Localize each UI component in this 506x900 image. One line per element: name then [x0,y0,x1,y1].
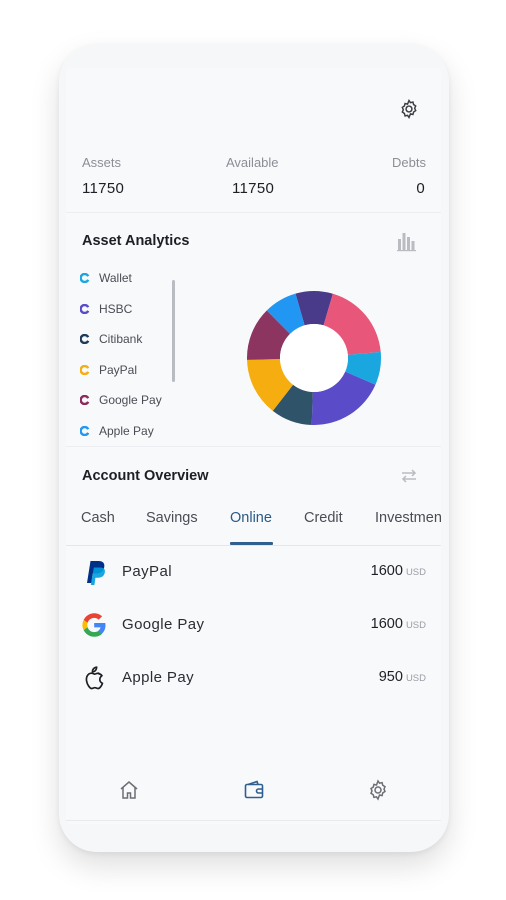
account-row-apple-pay[interactable]: Apple Pay 950 USD [66,658,441,698]
account-amount: 1600 USD [370,616,426,632]
tab-savings[interactable]: Savings [146,510,198,526]
tabs-divider [66,545,441,546]
paypal-logo-icon [87,561,105,585]
legend-ring-icon [80,426,90,436]
legend-item[interactable]: Wallet [80,270,132,286]
bottom-divider [66,820,441,821]
account-row-google-pay[interactable]: Google Pay 1600 USD [66,605,441,645]
divider [66,446,441,447]
account-overview-title: Account Overview [82,468,209,484]
account-tabs: Cash Savings Online Credit Investment [66,510,441,540]
assets-label: Assets [82,155,122,170]
home-icon[interactable] [117,778,141,802]
tab-credit[interactable]: Credit [304,510,343,526]
tab-online[interactable]: Online [230,510,272,526]
gear-icon[interactable] [398,98,420,120]
legend-ring-icon [80,364,90,375]
account-name: Apple Pay [122,669,194,686]
legend-label: Wallet [99,271,132,285]
legend-ring-icon [80,334,90,345]
app-screen: Assets 11750 Available 11750 Debts 0 Ass… [66,68,441,824]
legend-ring-icon [80,273,90,283]
settings-icon[interactable] [366,778,390,802]
assets-value: 11750 [82,180,125,197]
swap-arrows-icon[interactable] [399,468,419,484]
legend-item[interactable]: Citibank [80,331,142,347]
legend-label: PayPal [99,362,138,377]
google-logo-icon [82,613,106,637]
legend-label: Citibank [99,332,143,347]
account-name: Google Pay [122,616,205,633]
wallet-icon[interactable] [242,778,266,802]
legend-item[interactable]: PayPal [80,362,137,378]
account-row-paypal[interactable]: PayPal 1600 USD [66,552,441,592]
account-amount: 950 USD [378,669,426,685]
account-name: PayPal [122,563,172,580]
tab-cash[interactable]: Cash [81,510,115,526]
donut-hole [280,324,348,392]
legend-label: HSBC [99,301,133,316]
legend-scrollbar[interactable] [172,280,175,382]
legend-ring-icon [80,303,90,314]
available-label: Available [226,155,279,170]
legend-item[interactable]: Google Pay [80,392,162,408]
tab-investment[interactable]: Investment [375,510,441,526]
legend-item[interactable]: HSBC [80,301,132,317]
apple-logo-icon [85,666,104,690]
asset-analytics-title: Asset Analytics [82,233,190,249]
legend-label: Apple Pay [99,424,154,438]
legend-item[interactable]: Apple Pay [80,423,154,439]
legend-label: Google Pay [99,393,162,408]
legend-ring-icon [80,395,90,406]
account-amount: 1600 USD [370,563,426,579]
bar-chart-icon[interactable] [396,230,418,252]
debts-value: 0 [416,180,425,197]
divider [66,212,441,213]
available-value: 11750 [232,180,275,197]
asset-donut-chart [247,291,381,425]
debts-label: Debts [392,155,426,170]
